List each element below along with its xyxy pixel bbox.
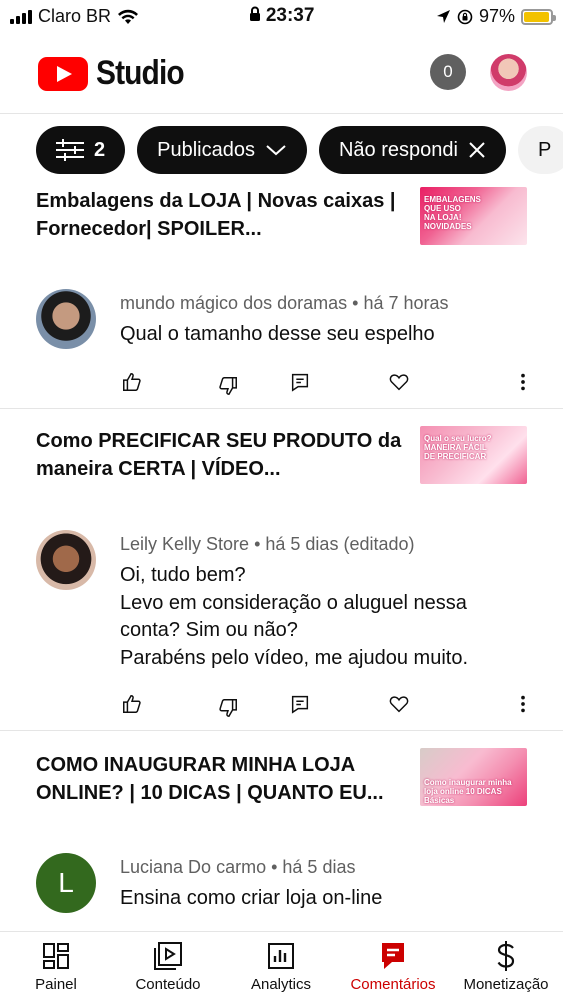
comment-time: há 5 dias (editado) <box>265 534 415 554</box>
thumbnail-text: Como inaugurar minha loja online 10 DICA… <box>424 778 512 805</box>
nav-label: Comentários <box>350 976 436 993</box>
comment-actions <box>0 691 563 721</box>
chevron-down-icon <box>266 145 286 156</box>
comment-text-line: Levo em consideração o aluguel nessa con… <box>120 591 467 642</box>
chip-label: Publicados <box>157 138 255 161</box>
comment-card: COMO INAUGURAR MINHA LOJA ONLINE? | 10 D… <box>0 731 563 931</box>
reply-icon <box>291 373 309 392</box>
comment-time: há 5 dias <box>282 857 356 877</box>
commenter-avatar[interactable] <box>36 289 96 349</box>
heart-icon <box>389 374 409 391</box>
heart-button[interactable] <box>386 691 412 717</box>
thumbnail-text: Qual o seu lucro? MANEIRA FÁCIL DE PRECI… <box>424 434 492 461</box>
filter-chips: 2 Publicados Não respondi P <box>36 126 563 174</box>
comments-icon <box>382 943 404 969</box>
more-vert-icon <box>521 695 525 713</box>
more-vert-icon <box>521 373 525 391</box>
analytics-icon <box>268 943 294 969</box>
comment-text-line: Oi, tudo bem? <box>120 564 246 586</box>
account-avatar[interactable] <box>490 54 527 91</box>
nav-painel[interactable]: Painel <box>0 940 112 993</box>
filters-chip[interactable]: 2 <box>36 126 126 174</box>
close-icon[interactable] <box>468 141 486 159</box>
content-icon <box>154 942 182 970</box>
bottom-navigation: Painel Conteúdo Analytics Comentários Mo… <box>0 931 563 1001</box>
filters-count: 2 <box>94 138 106 161</box>
comment-card: Como PRECIFICAR SEU PRODUTO da maneira C… <box>0 409 563 731</box>
comment-author[interactable]: mundo mágico dos doramas <box>120 293 347 313</box>
nav-label: Conteúdo <box>135 976 201 993</box>
meta-separator: • <box>254 534 266 554</box>
video-title[interactable]: Como PRECIFICAR SEU PRODUTO da maneira C… <box>36 427 406 483</box>
comment-text: Oi, tudo bem? Levo em consideração o alu… <box>120 562 530 672</box>
meta-separator: • <box>352 293 364 313</box>
battery-percent: 97% <box>478 6 515 26</box>
chip-label: P <box>537 138 552 161</box>
dashboard-icon <box>43 943 69 969</box>
chip-nao-respondi[interactable]: Não respondi <box>318 126 506 174</box>
chip-more[interactable]: P <box>517 126 563 174</box>
more-options-button[interactable] <box>510 369 536 395</box>
comment-author[interactable]: Leily Kelly Store <box>120 534 249 554</box>
reply-icon <box>291 695 309 714</box>
more-options-button[interactable] <box>510 691 536 717</box>
comment-author[interactable]: Luciana Do carmo <box>120 857 266 877</box>
reply-button[interactable] <box>287 691 313 717</box>
video-title[interactable]: Embalagens da LOJA | Novas caixas | Forn… <box>36 187 406 243</box>
video-thumbnail[interactable]: EMBALAGENS QUE USO NA LOJA! NOVIDADES <box>420 187 527 245</box>
location-arrow-icon <box>436 10 450 23</box>
thumbs-down-icon <box>219 699 237 717</box>
battery-icon <box>521 8 556 25</box>
commenter-avatar[interactable] <box>36 530 96 590</box>
app-header: Studio 0 <box>0 34 563 114</box>
thumbs-down-icon <box>219 377 237 395</box>
avatar-initial: L <box>58 867 74 898</box>
nav-comentarios[interactable]: Comentários <box>337 940 449 993</box>
dislike-button[interactable] <box>215 373 241 399</box>
notifications-button[interactable]: 0 <box>430 54 466 90</box>
clock: 23:37 <box>265 5 315 26</box>
nav-conteudo[interactable]: Conteúdo <box>112 940 224 993</box>
chip-publicados[interactable]: Publicados <box>137 126 307 174</box>
comment-time: há 7 horas <box>363 293 449 313</box>
comment-text: Qual o tamanho desse seu espelho <box>120 323 435 345</box>
dislike-button[interactable] <box>215 695 241 721</box>
thumbnail-text: EMBALAGENS QUE USO NA LOJA! NOVIDADES <box>424 195 481 231</box>
like-button[interactable] <box>119 691 145 717</box>
orientation-lock-icon <box>457 9 473 24</box>
notification-count: 0 <box>443 62 453 81</box>
video-thumbnail[interactable]: Qual o seu lucro? MANEIRA FÁCIL DE PRECI… <box>420 426 527 484</box>
commenter-avatar[interactable]: L <box>36 853 96 913</box>
nav-label: Painel <box>35 976 77 993</box>
heart-icon <box>389 696 409 713</box>
like-button[interactable] <box>119 369 145 395</box>
nav-monetizacao[interactable]: Monetização <box>450 940 562 993</box>
youtube-play-icon <box>38 56 88 91</box>
sliders-icon <box>56 139 84 161</box>
thumbs-up-icon <box>123 695 141 713</box>
comment-text-line: Parabéns pelo vídeo, me ajudou muito. <box>120 646 468 669</box>
nav-label: Analytics <box>250 976 312 993</box>
video-thumbnail[interactable]: Como inaugurar minha loja online 10 DICA… <box>420 748 527 806</box>
comment-actions <box>0 369 563 399</box>
status-bar: Claro BR 23:37 97% <box>0 0 563 34</box>
chip-label: Não respondi <box>338 138 458 161</box>
comment-card: Embalagens da LOJA | Novas caixas | Forn… <box>0 180 563 409</box>
heart-button[interactable] <box>386 369 412 395</box>
video-title[interactable]: COMO INAUGURAR MINHA LOJA ONLINE? | 10 D… <box>36 751 406 807</box>
thumbs-up-icon <box>123 373 141 391</box>
nav-analytics[interactable]: Analytics <box>225 940 337 993</box>
app-name: Studio <box>96 54 185 92</box>
lock-icon <box>249 6 260 21</box>
reply-button[interactable] <box>287 369 313 395</box>
youtube-studio-logo[interactable]: Studio <box>38 54 196 93</box>
comment-text: Ensina como criar loja on-line <box>120 887 383 909</box>
nav-label: Monetização <box>463 976 549 993</box>
meta-separator: • <box>271 857 283 877</box>
dollar-icon <box>497 941 515 971</box>
